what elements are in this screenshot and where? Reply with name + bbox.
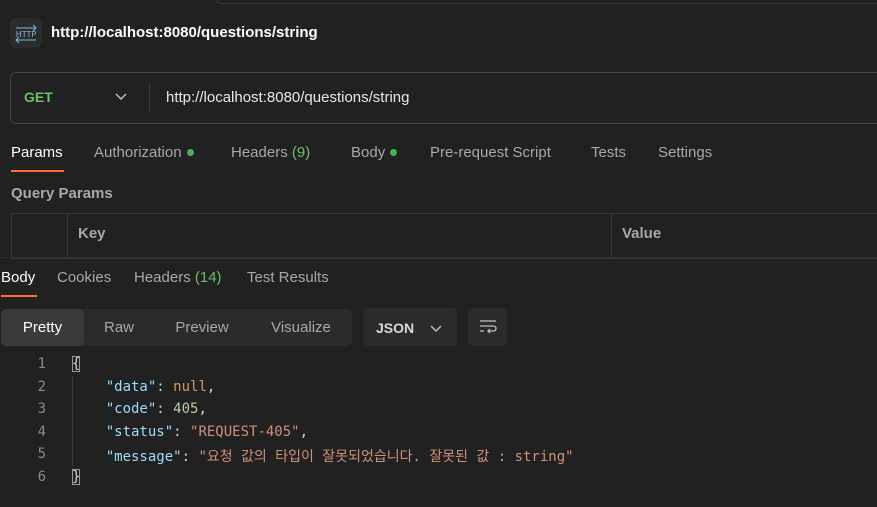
top-strip <box>0 0 877 4</box>
pane-divider[interactable] <box>0 257 877 258</box>
json-value: 405 <box>173 401 199 417</box>
json-key: "status" <box>105 424 174 440</box>
column-header-value: Value <box>622 225 662 242</box>
tab-body-label: Body <box>351 144 386 161</box>
tab-headers[interactable]: Headers (9) <box>231 144 310 161</box>
tab-tests[interactable]: Tests <box>591 144 626 161</box>
tab-authorization[interactable]: Authorization <box>94 144 194 161</box>
view-pretty-button[interactable]: Pretty <box>1 309 84 346</box>
tab-headers-label: Headers <box>231 144 288 161</box>
json-value: null <box>173 379 207 395</box>
line-number: 1 <box>37 356 46 372</box>
chevron-down-icon <box>429 322 443 339</box>
http-icon: HTTP <box>10 18 42 48</box>
url-input[interactable]: http://localhost:8080/questions/string <box>166 89 410 106</box>
line-number: 2 <box>37 379 46 395</box>
view-visualize-button[interactable]: Visualize <box>258 309 344 346</box>
headers-count: (9) <box>291 144 311 161</box>
column-divider <box>611 214 612 257</box>
column-header-key: Key <box>78 225 106 242</box>
active-tab-indicator <box>1 295 37 297</box>
column-divider <box>67 214 68 257</box>
code-line: "status": "REQUEST-405", <box>105 424 309 440</box>
code-line: "data": null, <box>105 379 216 395</box>
format-select-label: JSON <box>376 320 415 336</box>
divider <box>149 83 150 113</box>
view-raw-button[interactable]: Raw <box>86 309 152 346</box>
open-brace: { <box>72 356 81 372</box>
response-tab-test-results[interactable]: Test Results <box>247 269 329 286</box>
json-key: "data" <box>105 379 157 395</box>
tab-settings[interactable]: Settings <box>658 144 712 161</box>
line-number: 4 <box>37 424 46 440</box>
view-preview-button[interactable]: Preview <box>163 309 241 346</box>
json-value: "REQUEST-405" <box>190 424 300 440</box>
code-line: } <box>72 469 81 485</box>
response-headers-count: (14) <box>194 269 222 286</box>
method-select[interactable]: GET <box>24 89 53 105</box>
response-tab-cookies[interactable]: Cookies <box>57 269 111 286</box>
json-key: "message" <box>105 449 182 465</box>
query-params-table <box>11 213 877 259</box>
chevron-down-icon[interactable] <box>114 90 128 107</box>
response-tab-headers-label: Headers <box>134 269 191 286</box>
request-title[interactable]: http://localhost:8080/questions/string <box>51 24 318 41</box>
tab-authorization-label: Authorization <box>94 144 182 161</box>
tab-body[interactable]: Body <box>351 144 398 161</box>
line-number: 6 <box>37 469 46 485</box>
close-brace: } <box>72 469 81 485</box>
response-tab-headers[interactable]: Headers (14) <box>134 269 222 286</box>
wrap-lines-button[interactable] <box>468 308 507 346</box>
status-dot <box>390 148 398 156</box>
query-params-label: Query Params <box>11 185 113 202</box>
code-line: "code": 405, <box>105 401 207 417</box>
json-key: "code" <box>105 401 157 417</box>
response-tab-body[interactable]: Body <box>1 269 35 286</box>
code-line: { <box>72 356 81 372</box>
line-number: 3 <box>37 401 46 417</box>
tab-params[interactable]: Params <box>11 144 63 161</box>
status-dot <box>186 148 194 156</box>
request-bar <box>10 72 877 124</box>
code-line: "message": "요청 값의 타입이 잘못되었습니다. 잘못된 값 : s… <box>105 449 574 465</box>
tab-pre-request-script[interactable]: Pre-request Script <box>430 144 551 161</box>
line-number: 5 <box>37 446 46 462</box>
wrap-lines-icon <box>478 318 498 337</box>
json-value: "요청 값의 타입이 잘못되었습니다. 잘못된 값 : string" <box>198 449 574 465</box>
active-tab-indicator <box>11 170 64 172</box>
